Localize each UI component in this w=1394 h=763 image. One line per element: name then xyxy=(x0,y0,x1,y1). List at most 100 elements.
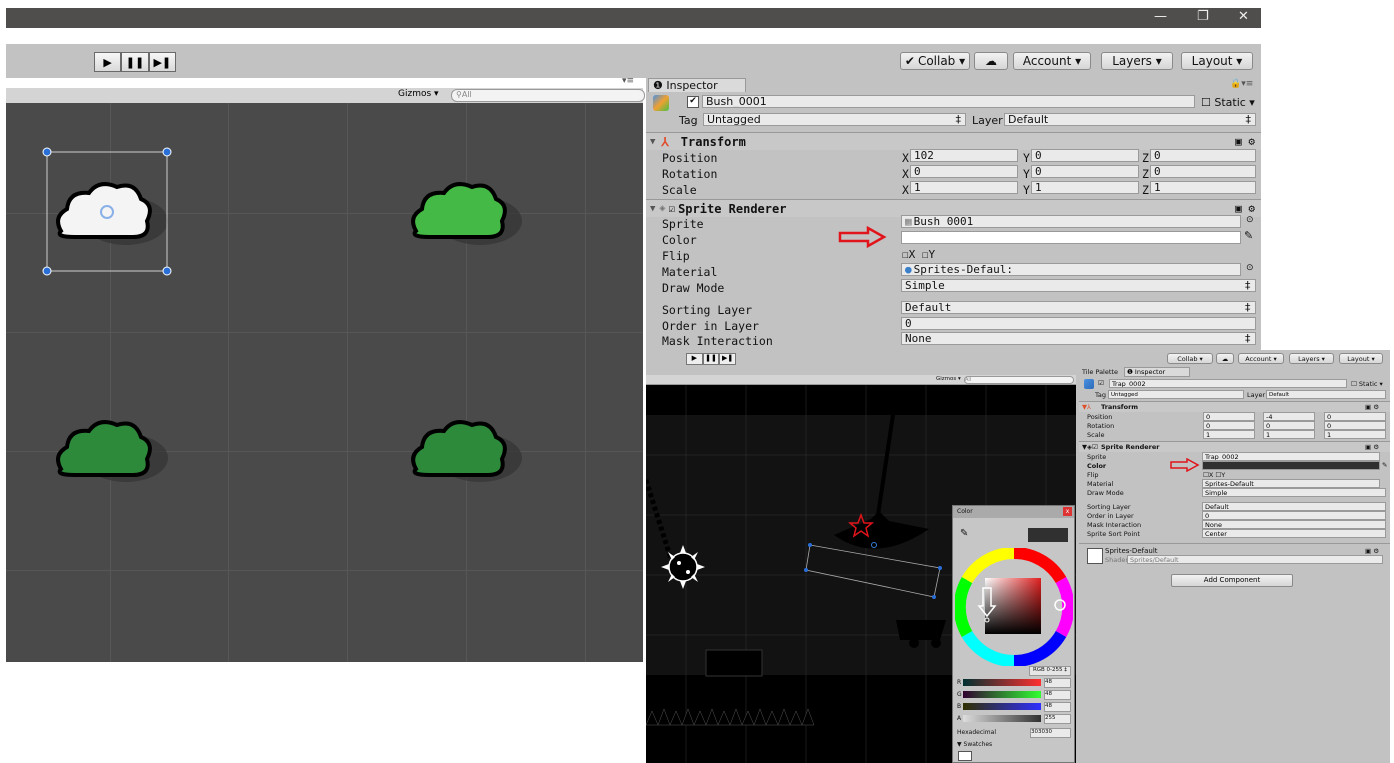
inset-object-name-field[interactable]: Trap_0002 xyxy=(1109,379,1347,388)
inset-step-button[interactable]: ▶❚ xyxy=(719,353,737,365)
r-slider[interactable] xyxy=(963,679,1041,686)
position-y-field[interactable]: 0 xyxy=(1031,149,1139,162)
inset-sorting-layer-dropdown[interactable]: Default xyxy=(1202,502,1386,511)
rotation-z-field[interactable]: 0 xyxy=(1150,165,1256,178)
scene-view[interactable] xyxy=(6,103,643,662)
g-slider[interactable] xyxy=(963,691,1041,698)
draw-mode-dropdown[interactable]: Simple ‡ xyxy=(901,279,1256,292)
color-field[interactable] xyxy=(901,231,1241,244)
layer-dropdown[interactable]: Default ‡ xyxy=(1004,113,1256,126)
component-settings-icon[interactable]: ▣ ⚙ xyxy=(1235,135,1255,148)
close-icon[interactable]: ✕ xyxy=(1238,9,1249,24)
scene-search-input[interactable]: ⚲All xyxy=(451,89,645,102)
inset-account-button[interactable]: Account ▾ xyxy=(1238,353,1284,364)
add-component-button[interactable]: Add Component xyxy=(1171,574,1293,587)
rotation-y-field[interactable]: 0 xyxy=(1031,165,1139,178)
object-picker-icon[interactable]: ⊙ xyxy=(1246,215,1254,225)
tab-inspector[interactable]: ❶ Inspector xyxy=(648,78,746,92)
a-value-field[interactable]: 255 xyxy=(1044,714,1071,724)
color-mode-dropdown[interactable]: RGB 0-255 ‡ xyxy=(1029,666,1071,676)
inset-layout-dropdown[interactable]: Layout ▾ xyxy=(1339,353,1383,364)
inset-play-button[interactable]: ▶ xyxy=(686,353,703,365)
active-checkbox[interactable]: ✔ xyxy=(687,96,699,108)
inset-layers-dropdown[interactable]: Layers ▾ xyxy=(1289,353,1334,364)
sprite-renderer-enabled-checkbox[interactable]: ☑ xyxy=(668,202,675,215)
inset-cloud-button[interactable]: ☁ xyxy=(1216,353,1234,364)
collab-button[interactable]: ✔ Collab ▾ xyxy=(900,52,970,70)
inset-rotation-x-field[interactable]: 0 xyxy=(1203,421,1255,430)
b-slider[interactable] xyxy=(963,703,1041,710)
inset-shader-dropdown[interactable]: Sprites/Default xyxy=(1127,555,1383,564)
inset-color-field[interactable] xyxy=(1202,461,1380,470)
flip-x-checkbox[interactable]: ☐ xyxy=(902,248,909,261)
tag-dropdown[interactable]: Untagged ‡ xyxy=(703,113,966,126)
inset-active-checkbox[interactable]: ☑ xyxy=(1098,379,1104,387)
position-x-field[interactable]: 102 xyxy=(910,149,1018,162)
step-button[interactable]: ▶❚ xyxy=(148,52,176,72)
inset-scale-x-field[interactable]: 1 xyxy=(1203,430,1255,439)
g-value-field[interactable]: 48 xyxy=(1044,690,1071,700)
eyedropper-icon[interactable]: ✎ xyxy=(1382,461,1387,469)
inset-rotation-y-field[interactable]: 0 xyxy=(1263,421,1315,430)
order-in-layer-field[interactable]: 0 xyxy=(901,317,1256,330)
minimize-icon[interactable]: — xyxy=(1154,9,1167,24)
cloud-button[interactable]: ☁ xyxy=(974,52,1008,70)
scale-y-field[interactable]: 1 xyxy=(1031,181,1139,194)
restore-icon[interactable]: ❐ xyxy=(1197,9,1209,24)
sprite-field[interactable]: ▦ Bush_0001 xyxy=(901,215,1241,228)
inset-tab-inspector[interactable]: ❶ Inspector xyxy=(1124,367,1190,377)
swatch-item[interactable] xyxy=(958,751,972,761)
scale-x-field[interactable]: 1 xyxy=(910,181,1018,194)
eyedropper-icon[interactable]: ✎ xyxy=(1244,229,1253,242)
gizmos-dropdown[interactable]: Gizmos ▾ xyxy=(398,89,439,99)
inset-flip-toggles[interactable]: ☐X ☐Y xyxy=(1203,471,1225,479)
sorting-layer-dropdown[interactable]: Default ‡ xyxy=(901,301,1256,314)
layout-dropdown[interactable]: Layout ▾ xyxy=(1181,52,1253,70)
inset-sort-point-dropdown[interactable]: Center xyxy=(1202,529,1386,538)
inset-gizmos-dropdown[interactable]: Gizmos ▾ xyxy=(936,376,961,382)
pause-button[interactable]: ❚❚ xyxy=(121,52,149,72)
inset-scale-y-field[interactable]: 1 xyxy=(1263,430,1315,439)
tab-tile-palette[interactable]: Tile Palette xyxy=(1082,368,1118,376)
inset-search-input[interactable]: All xyxy=(964,376,1074,384)
static-toggle[interactable]: ☐ Static ▾ xyxy=(1201,96,1255,109)
inset-collab-button[interactable]: Collab ▾ xyxy=(1167,353,1213,364)
account-button[interactable]: Account ▾ xyxy=(1013,52,1091,70)
a-slider[interactable] xyxy=(963,715,1041,722)
inset-layer-dropdown[interactable]: Default xyxy=(1266,390,1386,399)
inset-pause-button[interactable]: ❚❚ xyxy=(702,353,720,365)
play-button[interactable]: ▶ xyxy=(94,52,122,72)
eyedropper-icon[interactable]: ✎ xyxy=(960,528,968,539)
layers-dropdown[interactable]: Layers ▾ xyxy=(1101,52,1173,70)
close-icon[interactable]: x xyxy=(1063,507,1072,516)
inset-material-field[interactable]: Sprites-Default xyxy=(1202,479,1380,488)
b-value-field[interactable]: 48 xyxy=(1044,702,1071,712)
component-settings-icon[interactable]: ▣ ⚙ xyxy=(1365,443,1379,451)
transform-header[interactable]: ▼ ⅄ Transform ▣ ⚙ xyxy=(646,132,1261,150)
mask-interaction-dropdown[interactable]: None ‡ xyxy=(901,332,1256,345)
scale-z-field[interactable]: 1 xyxy=(1150,181,1256,194)
inset-draw-mode-dropdown[interactable]: Simple xyxy=(1202,488,1386,497)
color-wheel[interactable] xyxy=(955,548,1073,666)
object-name-field[interactable]: Bush_0001 xyxy=(702,95,1195,108)
flip-y-checkbox[interactable]: ☐ xyxy=(922,248,929,261)
swatches-label[interactable]: ▼ Swatches xyxy=(957,741,992,748)
lock-icon[interactable]: 🔒▾≡ xyxy=(1230,79,1253,89)
position-z-field[interactable]: 0 xyxy=(1150,149,1256,162)
inset-order-field[interactable]: 0 xyxy=(1202,511,1386,520)
material-field[interactable]: ● Sprites-Defaul: xyxy=(901,263,1241,276)
inset-sprite-renderer-header[interactable]: ▼◈☑ Sprite Renderer ▣ ⚙ xyxy=(1079,441,1390,452)
rotation-x-field[interactable]: 0 xyxy=(910,165,1018,178)
material-picker-icon[interactable]: ⊙ xyxy=(1246,263,1254,273)
inset-position-x-field[interactable]: 0 xyxy=(1203,412,1255,421)
inset-static-toggle[interactable]: ☐ Static ▾ xyxy=(1351,380,1383,388)
inset-position-z-field[interactable]: 0 xyxy=(1324,412,1386,421)
inset-transform-header[interactable]: ▼⅄ Transform ▣ ⚙ xyxy=(1079,401,1390,412)
inset-position-y-field[interactable]: -4 xyxy=(1263,412,1315,421)
component-settings-icon[interactable]: ▣ ⚙ xyxy=(1365,547,1379,555)
inset-mask-dropdown[interactable]: None xyxy=(1202,520,1386,529)
inset-rotation-z-field[interactable]: 0 xyxy=(1324,421,1386,430)
component-settings-icon[interactable]: ▣ ⚙ xyxy=(1365,403,1379,411)
hex-field[interactable]: 303030 xyxy=(1030,728,1071,738)
inset-tag-dropdown[interactable]: Untagged xyxy=(1108,390,1244,399)
